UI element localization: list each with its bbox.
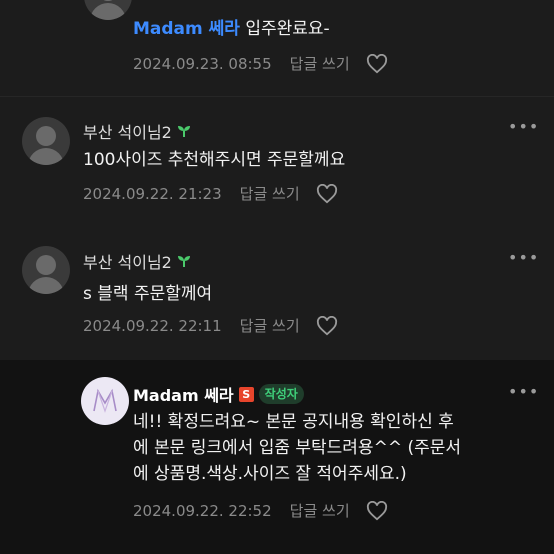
s-badge: S [238,386,254,402]
avatar[interactable] [84,0,132,20]
reply-button[interactable]: 답글 쓰기 [240,315,300,336]
author-name[interactable]: 부산 석이님2 [83,249,191,273]
comment-item: 부산 석이님2 ••• 100사이즈 추천해주시면 주문할께요 2024.09.… [0,96,554,224]
heart-icon[interactable] [316,315,338,336]
comment-text: Madam 쎄라 입주완료요- [133,19,330,39]
sprout-icon [177,124,191,138]
comment-text-line: 에 상품명.색상.사이즈 잘 적어주세요.) [133,464,407,484]
avatar[interactable] [81,377,129,425]
comment-text: 100사이즈 추천해주시면 주문할께요 [83,150,346,170]
heart-icon[interactable] [366,500,388,521]
comment-meta: 2024.09.22. 22:52 답글 쓰기 [133,500,388,521]
comment-item: 부산 석이님2 ••• s 블랙 주문할께여 2024.09.22. 22:11… [0,224,554,360]
reply-button[interactable]: 답글 쓰기 [240,183,300,204]
author-badge: 작성자 [258,384,304,404]
heart-icon[interactable] [366,53,388,74]
reply-button[interactable]: 답글 쓰기 [290,53,350,74]
comment-date: 2024.09.22. 22:52 [133,501,272,520]
comment-item: Madam 쎄라 입주완료요- 2024.09.23. 08:55 답글 쓰기 [0,0,554,96]
comment-text-line: 네!! 확정드려요~ 본문 공지내용 확인하신 후 [133,412,454,432]
author-name[interactable]: 부산 석이님2 [83,119,191,143]
brand-logo-icon [93,388,117,413]
reply-comment-item: Madam 쎄라 S 작성자 ••• 네!! 확정드려요~ 본문 공지내용 확인… [0,360,554,554]
comment-date: 2024.09.23. 08:55 [133,54,272,73]
comment-date: 2024.09.22. 21:23 [83,184,222,203]
reply-button[interactable]: 답글 쓰기 [290,500,350,521]
comment-meta: 2024.09.23. 08:55 답글 쓰기 [133,53,388,74]
comment-meta: 2024.09.22. 22:11 답글 쓰기 [83,315,338,336]
comment-text: s 블랙 주문할께여 [83,284,213,304]
more-dots-icon[interactable]: ••• [508,248,539,267]
avatar[interactable] [22,246,70,294]
comment-date: 2024.09.22. 22:11 [83,316,222,335]
avatar[interactable] [22,117,70,165]
sprout-icon [177,254,191,268]
comment-text-line: 에 본문 링크에서 입줌 부탁드려용^^ (주문서 [133,438,462,458]
more-dots-icon[interactable]: ••• [508,382,539,401]
comment-meta: 2024.09.22. 21:23 답글 쓰기 [83,183,338,204]
mention-link[interactable]: Madam 쎄라 [133,19,240,39]
more-dots-icon[interactable]: ••• [508,117,539,136]
author-name[interactable]: Madam 쎄라 S 작성자 [133,382,304,406]
heart-icon[interactable] [316,183,338,204]
